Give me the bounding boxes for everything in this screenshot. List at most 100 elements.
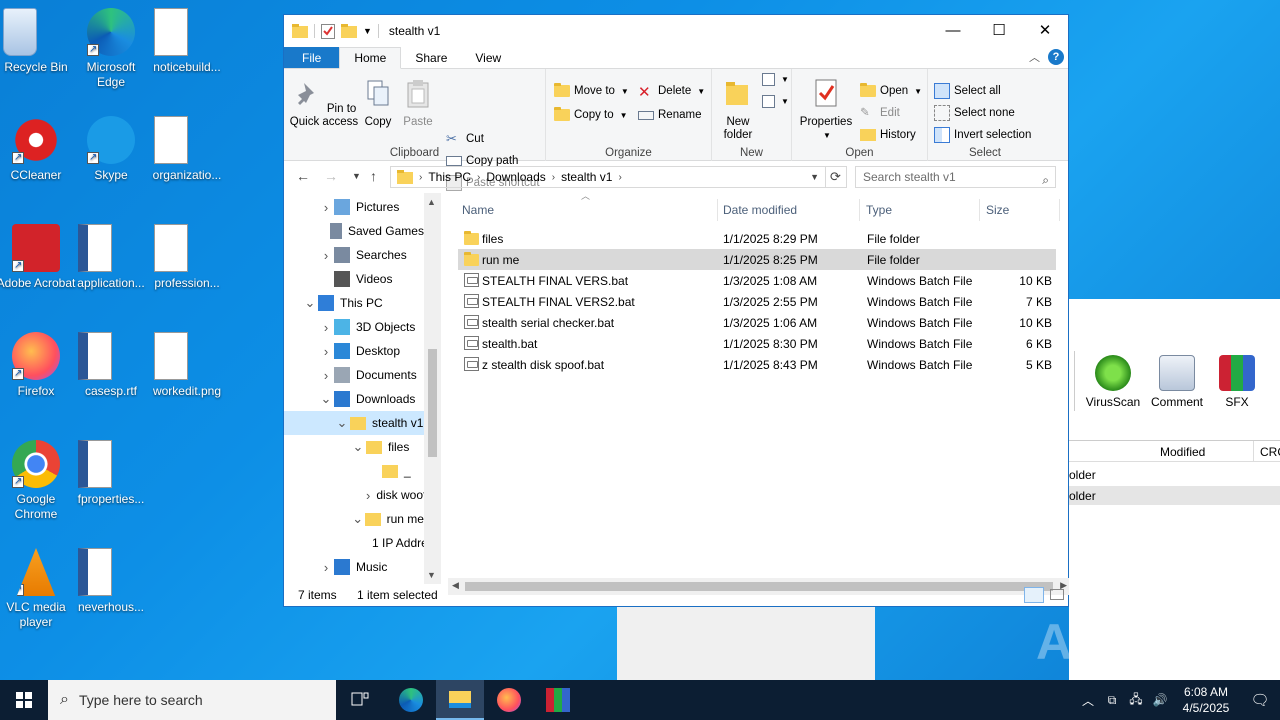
large-icons-view-icon[interactable]	[1050, 589, 1064, 600]
nav-item[interactable]: › Documents	[284, 363, 424, 387]
cut-button[interactable]: ✂ Cut	[446, 129, 484, 149]
column-modified[interactable]: Modified	[1160, 445, 1205, 459]
file-row[interactable]: files 1/1/2025 8:29 PM File folder	[458, 228, 1056, 249]
help-icon[interactable]: ?	[1048, 49, 1064, 65]
desktop-icon-item[interactable]: casesp.rtf	[71, 332, 151, 399]
desktop-icon-item[interactable]: Recycle Bin	[0, 8, 76, 75]
taskbar-edge[interactable]	[387, 680, 435, 720]
tab-share[interactable]: Share	[401, 47, 461, 68]
column-crc[interactable]: CRC	[1260, 445, 1280, 459]
search-input[interactable]: Search stealth v1 ⌕	[855, 166, 1056, 188]
nav-item[interactable]: Videos	[284, 267, 424, 291]
new-item-button[interactable]: ▼	[762, 69, 789, 89]
address-bar[interactable]: › This PC › Downloads › stealth v1 › ▼	[390, 166, 826, 188]
file-row[interactable]: stealth serial checker.bat 1/3/2025 1:06 …	[458, 312, 1056, 333]
collapse-ribbon-icon[interactable]: ︿	[1029, 49, 1040, 65]
back-icon[interactable]: ←	[296, 168, 310, 184]
chevron-right-icon[interactable]: ›	[318, 560, 334, 575]
nav-item[interactable]: ⌄ files	[284, 435, 424, 459]
copy-to-button[interactable]: Copy to ▼	[554, 105, 628, 125]
nav-item[interactable]: ⌄ This PC	[284, 291, 424, 315]
taskbar-file-explorer[interactable]	[436, 680, 484, 720]
easy-access-button[interactable]: ▼	[762, 91, 789, 111]
desktop-icon-item[interactable]: Google Chrome	[0, 440, 76, 522]
desktop-icon-item[interactable]: application...	[71, 224, 151, 291]
column-size[interactable]: Size	[980, 199, 1060, 221]
nav-item[interactable]: › 3D Objects	[284, 315, 424, 339]
archiver-row[interactable]: older	[1069, 486, 1280, 505]
pin-quick-access-button[interactable]: Pin to Quick access	[288, 73, 360, 129]
up-icon[interactable]: ↑	[370, 168, 377, 184]
paste-button[interactable]: Paste	[400, 73, 436, 129]
invert-selection-button[interactable]: Invert selection	[934, 125, 1031, 145]
nav-item[interactable]: Saved Games	[284, 219, 424, 243]
chevron-right-icon[interactable]: ›	[318, 320, 334, 335]
move-to-button[interactable]: Move to ▼	[554, 81, 629, 101]
desktop-icon-item[interactable]: Firefox	[0, 332, 76, 399]
sfx-button[interactable]: SFX	[1208, 355, 1266, 409]
start-button[interactable]	[0, 680, 48, 720]
chevron-down-icon[interactable]: ⌄	[350, 439, 366, 455]
nav-item[interactable]: › Pictures	[284, 195, 424, 219]
desktop-icon-item[interactable]: organizatio...	[147, 116, 227, 183]
nav-item[interactable]: ⌄ Downloads	[284, 387, 424, 411]
desktop-icon-item[interactable]: Skype	[71, 116, 151, 183]
scroll-down-icon[interactable]: ▼	[427, 570, 436, 580]
breadcrumb-downloads[interactable]: Downloads	[486, 170, 545, 184]
close-button[interactable]: ✕	[1022, 15, 1068, 45]
copy-button[interactable]: Copy	[360, 73, 396, 129]
chevron-down-icon[interactable]: ⌄	[318, 391, 334, 407]
select-all-button[interactable]: Select all	[934, 81, 1001, 101]
breadcrumb-stealth-v1[interactable]: stealth v1	[561, 170, 612, 184]
virusscan-button[interactable]: VirusScan	[1084, 355, 1142, 409]
recent-locations-icon[interactable]: ▼	[352, 171, 361, 181]
task-view-button[interactable]	[336, 680, 384, 720]
volume-icon[interactable]: 🔊	[1148, 693, 1172, 707]
tab-view[interactable]: View	[461, 47, 515, 68]
new-folder-button[interactable]: New folder	[716, 73, 760, 142]
tab-file[interactable]: File	[284, 47, 340, 68]
chevron-down-icon[interactable]: ⌄	[302, 295, 318, 311]
notifications-icon[interactable]: 🗨	[1240, 691, 1280, 709]
nav-item[interactable]: › disk woof	[284, 483, 426, 507]
desktop-icon-item[interactable]: CCleaner	[0, 116, 76, 183]
nav-item[interactable]: ⌄ run me	[284, 507, 424, 531]
file-row[interactable]: run me 1/1/2025 8:25 PM File folder	[458, 249, 1056, 270]
chevron-right-icon[interactable]: ›	[318, 200, 334, 215]
properties-button[interactable]: Properties ▼	[798, 73, 854, 142]
desktop-icon-item[interactable]: neverhous...	[71, 548, 151, 615]
file-row[interactable]: STEALTH FINAL VERS.bat 1/3/2025 1:08 AM Wi…	[458, 270, 1056, 291]
select-none-button[interactable]: Select none	[934, 103, 1015, 123]
nav-item[interactable]: ⌄ stealth v1	[284, 411, 424, 435]
desktop-icon-item[interactable]: fproperties...	[71, 440, 151, 507]
minimize-button[interactable]: —	[930, 15, 976, 45]
desktop-icon-item[interactable]: Microsoft Edge	[71, 8, 151, 90]
desktop-icon-item[interactable]: workedit.png	[147, 332, 227, 399]
delete-button[interactable]: ✕ Delete ▼	[638, 81, 705, 101]
network-icon[interactable]: 🖧	[1124, 690, 1148, 711]
comment-button[interactable]: Comment	[1148, 355, 1206, 409]
forward-icon[interactable]: →	[324, 168, 338, 184]
scroll-up-icon[interactable]: ▲	[427, 197, 436, 207]
desktop-icon-item[interactable]: profession...	[147, 224, 227, 291]
file-row[interactable]: stealth.bat 1/1/2025 8:30 PM Windows Batch…	[458, 333, 1056, 354]
edit-button[interactable]: ✎ Edit	[860, 103, 900, 123]
column-name[interactable]: Name	[456, 199, 718, 221]
properties-icon[interactable]	[321, 23, 335, 39]
nav-item[interactable]: _	[284, 459, 424, 483]
refresh-button[interactable]: ⟳	[825, 166, 847, 188]
nav-scrollbar[interactable]: ▲ ▼	[424, 193, 441, 584]
chevron-right-icon[interactable]: ›	[318, 248, 334, 263]
show-hidden-icons-icon[interactable]: ︿	[1076, 692, 1100, 709]
desktop-icon-item[interactable]: noticebuild...	[147, 8, 227, 75]
archiver-row[interactable]: older	[1069, 468, 1096, 482]
taskbar-firefox[interactable]	[485, 680, 533, 720]
rename-button[interactable]: Rename	[638, 105, 701, 125]
nav-item[interactable]: › Desktop	[284, 339, 424, 363]
open-button[interactable]: Open ▼	[860, 81, 922, 101]
qat-dropdown-icon[interactable]: ▼	[363, 26, 372, 36]
breadcrumb-this-pc[interactable]: This PC	[428, 170, 471, 184]
column-date-modified[interactable]: Date modified	[717, 199, 860, 221]
taskbar-search-input[interactable]: ⌕ Type here to search	[48, 680, 336, 720]
taskbar-winrar[interactable]	[534, 680, 582, 720]
